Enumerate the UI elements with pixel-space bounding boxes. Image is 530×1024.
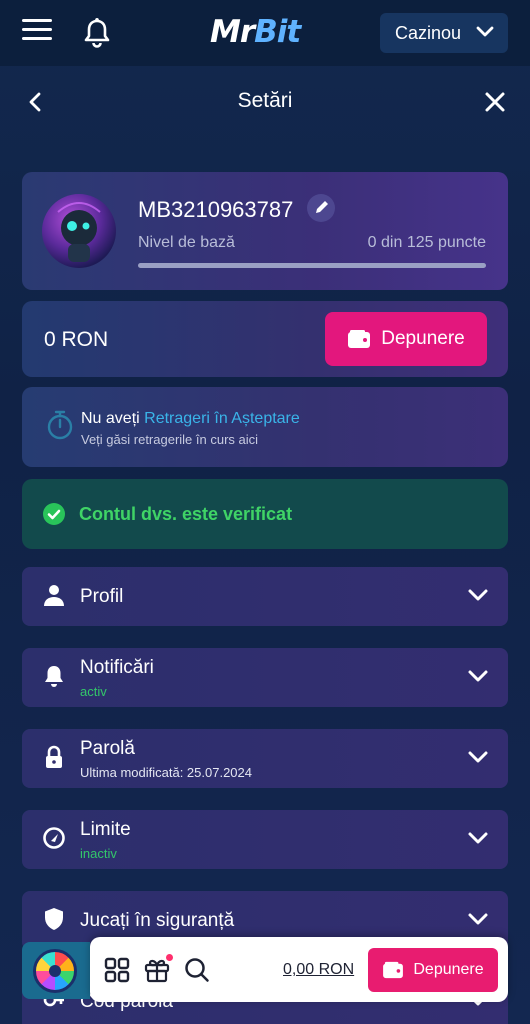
robot-avatar-icon <box>57 202 101 262</box>
edit-username-button[interactable] <box>307 194 335 222</box>
section-limits[interactable]: Limite inactiv <box>22 810 508 869</box>
deposit-button[interactable]: Depunere <box>325 312 487 366</box>
section-profile[interactable]: Profil <box>22 567 508 626</box>
chevron-down-icon <box>468 670 488 682</box>
avatar[interactable] <box>42 194 116 268</box>
stopwatch-icon <box>47 410 73 440</box>
search-icon[interactable] <box>184 957 210 983</box>
account-verified-banner: Contul dvs. este verificat <box>22 479 508 549</box>
level-progress-bar <box>138 263 486 268</box>
section-title: Parolă <box>80 738 135 759</box>
wallet-icon <box>383 961 404 979</box>
pencil-icon <box>316 201 328 213</box>
balance-amount: 0 RON <box>44 328 109 351</box>
shield-icon <box>45 908 63 930</box>
pending-withdrawals-card: Nu aveți Retrageri în Așteptare Veți găs… <box>22 387 508 467</box>
lock-icon <box>46 745 62 768</box>
check-circle-icon <box>43 503 65 525</box>
user-icon <box>44 585 64 606</box>
profile-card: MB3210963787 Nivel de bază 0 din 125 pun… <box>22 172 508 290</box>
section-status: inactiv <box>80 846 117 861</box>
verified-text: Contul dvs. este verificat <box>79 504 293 524</box>
bottom-deposit-button[interactable]: Depunere <box>368 948 498 992</box>
grid-icon[interactable] <box>104 957 130 983</box>
pending-withdrawals-link[interactable]: Retrageri în Așteptare <box>144 410 300 427</box>
bottom-balance[interactable]: 0,00 RON <box>283 961 354 979</box>
username: MB3210963787 <box>138 197 294 222</box>
balance-card: 0 RON Depunere <box>22 301 508 377</box>
section-status: Ultima modificată: 25.07.2024 <box>80 765 252 780</box>
deposit-button-label: Depunere <box>381 328 465 349</box>
bell-icon <box>45 666 63 687</box>
fortune-wheel-button[interactable] <box>22 942 90 999</box>
chevron-down-icon <box>468 751 488 763</box>
hamburger-menu-icon[interactable] <box>22 19 52 45</box>
fortune-wheel-icon <box>33 949 77 993</box>
section-title: Notificări <box>80 657 154 678</box>
product-select[interactable]: Cazinou <box>380 13 508 53</box>
level-points: 0 din 125 puncte <box>367 234 486 251</box>
chevron-down-icon <box>476 26 494 37</box>
section-title: Limite <box>80 819 131 840</box>
bottom-deposit-label: Depunere <box>413 961 484 978</box>
notification-dot <box>166 954 173 961</box>
close-icon[interactable] <box>483 90 507 114</box>
bottom-action-bar: 0,00 RON Depunere <box>90 937 508 1002</box>
product-select-label: Cazinou <box>395 22 462 43</box>
section-title: Jucați în siguranță <box>80 910 235 931</box>
section-title: Profil <box>80 586 124 607</box>
pending-prefix: Nu aveți <box>81 410 145 427</box>
chevron-down-icon <box>468 913 488 925</box>
logo-text-mr: Mr <box>210 14 255 50</box>
notifications-bell-icon[interactable] <box>82 17 112 49</box>
section-status: activ <box>80 684 107 699</box>
logo-text-bit: Bit <box>254 14 301 50</box>
pending-withdrawals-text: Nu aveți Retrageri în Așteptare <box>81 410 300 428</box>
gift-icon[interactable] <box>144 957 170 983</box>
section-password[interactable]: Parolă Ultima modificată: 25.07.2024 <box>22 729 508 788</box>
gauge-icon <box>43 827 65 849</box>
level-label: Nivel de bază <box>138 234 235 251</box>
section-notifications[interactable]: Notificări activ <box>22 648 508 707</box>
page-title: Setări <box>237 89 293 112</box>
top-navbar: MrBit Cazinou <box>0 0 530 66</box>
chevron-down-icon <box>468 832 488 844</box>
settings-page: MrBit Cazinou Setări MB3210963787 Nivel … <box>0 0 530 1024</box>
chevron-down-icon <box>468 589 488 601</box>
mrbit-logo[interactable]: MrBit <box>210 14 301 50</box>
pending-withdrawals-subtitle: Veți găsi retragerile în curs aici <box>81 432 259 447</box>
wallet-icon <box>348 330 371 348</box>
